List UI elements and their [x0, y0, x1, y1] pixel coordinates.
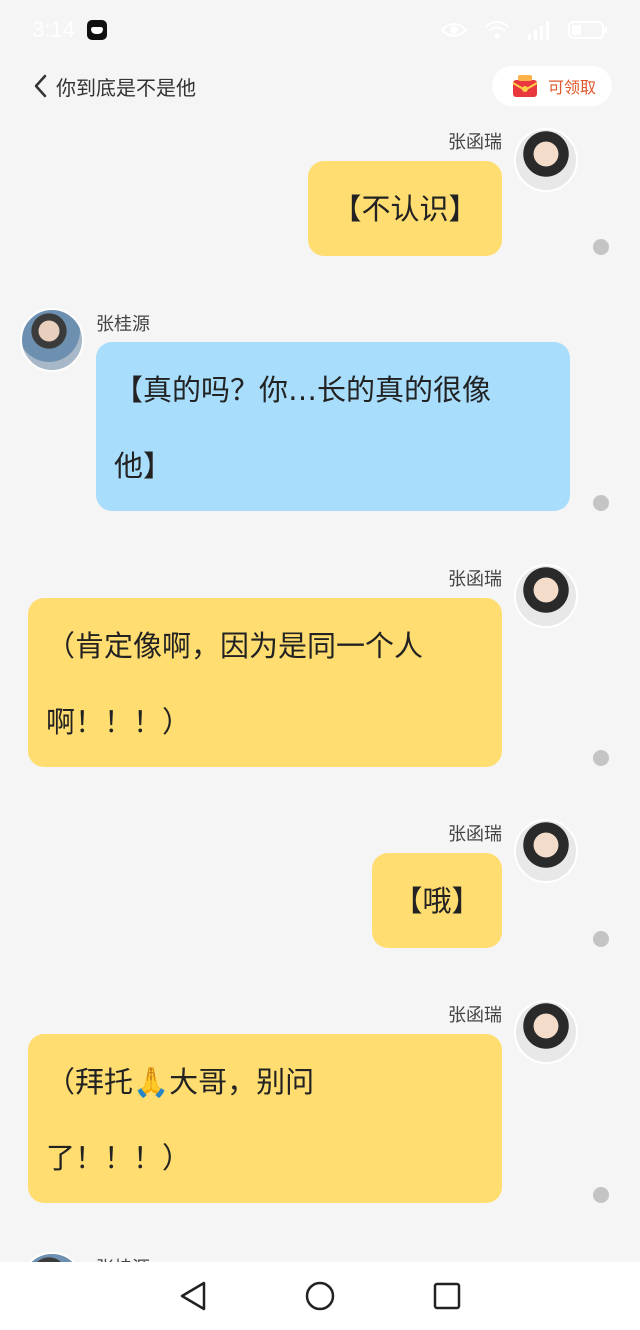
system-nav-bar	[0, 1262, 640, 1330]
status-bar: 3:14	[0, 0, 640, 60]
message-text-line: 他】	[114, 449, 173, 483]
avatar[interactable]	[514, 1000, 578, 1064]
read-status-dot	[593, 495, 609, 511]
message-bubble[interactable]: 【不认识】	[308, 161, 502, 256]
message-bubble[interactable]: 【真的吗？你…长的真的很像 他】	[96, 342, 570, 511]
message-text-line: （肯定像啊，因为是同一个人	[46, 629, 424, 663]
sender-name: 张函瑞	[448, 1005, 502, 1026]
reward-button[interactable]: 可领取	[491, 66, 612, 106]
message-text-line: 【真的吗？你…长的真的很像	[114, 373, 492, 407]
read-status-dot	[593, 239, 609, 255]
circle-home-icon[interactable]	[304, 1280, 336, 1312]
message-bubble[interactable]: （拜托🙏大哥，别问 了！！！）	[28, 1034, 502, 1203]
status-time: 3:14	[32, 17, 75, 42]
message-text: 【不认识】	[332, 191, 478, 226]
battery-icon	[568, 21, 607, 39]
reward-label: 可领取	[547, 78, 596, 97]
triangle-back-icon[interactable]	[178, 1280, 208, 1312]
avatar[interactable]	[514, 564, 578, 628]
back-button[interactable]: 你到底是不是他	[32, 72, 196, 101]
sender-name: 张函瑞	[448, 132, 502, 153]
message-bubble[interactable]: （肯定像啊，因为是同一个人 啊！！！）	[28, 598, 502, 767]
read-status-dot	[593, 750, 609, 766]
chat-header: 你到底是不是他 可领取	[0, 60, 640, 112]
square-recents-icon[interactable]	[432, 1281, 462, 1311]
red-envelope-icon	[512, 75, 538, 97]
wifi-icon	[484, 21, 510, 39]
chat-title: 你到底是不是他	[56, 75, 196, 100]
avatar[interactable]	[20, 308, 84, 372]
sender-name: 张函瑞	[448, 824, 502, 845]
sender-name: 张函瑞	[448, 569, 502, 590]
avatar[interactable]	[514, 128, 578, 192]
chevron-left-icon	[34, 74, 47, 98]
message-text-line: （拜托🙏大哥，别问	[46, 1065, 315, 1099]
read-status-dot	[593, 931, 609, 947]
notification-app-icon	[86, 20, 107, 40]
message-bubble[interactable]: 【哦】	[372, 853, 502, 948]
eye-icon	[440, 23, 468, 37]
message-text-line: 啊！！！）	[46, 705, 192, 739]
avatar[interactable]	[514, 819, 578, 883]
status-icons	[440, 20, 608, 40]
sender-name: 张桂源	[96, 314, 150, 335]
message-text: 【哦】	[393, 883, 481, 918]
message-text-line: 了！！！）	[46, 1141, 192, 1175]
signal-icon	[528, 21, 549, 40]
read-status-dot	[593, 1187, 609, 1203]
